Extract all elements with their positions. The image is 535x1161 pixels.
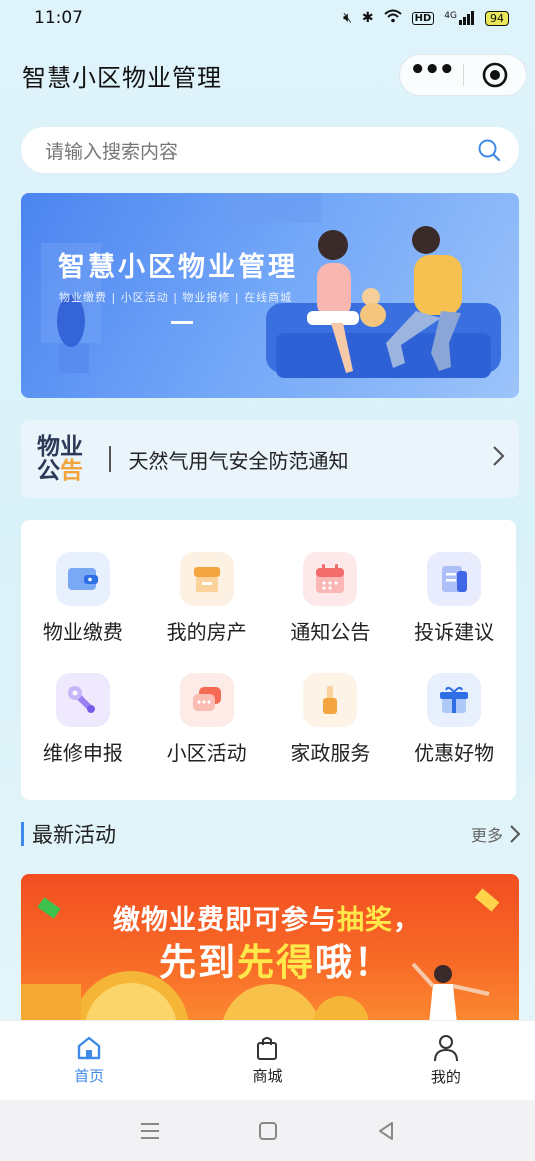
banner-title: 智慧小区物业管理 xyxy=(58,252,298,283)
house-icon xyxy=(179,552,234,606)
grid-label: 通知公告 xyxy=(290,620,371,644)
bottom-tab-bar: 首页 商城 我的 xyxy=(0,1020,535,1100)
shopping-bag-icon xyxy=(257,1037,278,1060)
system-navigation-bar xyxy=(0,1100,535,1161)
close-miniprogram-button[interactable] xyxy=(464,55,527,95)
target-icon xyxy=(482,62,508,88)
notice-logo-line2: 公告 xyxy=(37,459,91,483)
chevron-right-icon xyxy=(491,445,505,473)
calendar-icon xyxy=(303,552,358,606)
wrench-icon xyxy=(55,673,110,727)
page-title: 智慧小区物业管理 xyxy=(22,63,222,92)
home-square-icon[interactable] xyxy=(258,1121,278,1141)
more-link[interactable]: 更多 xyxy=(471,822,521,846)
menu-icon[interactable] xyxy=(139,1121,161,1141)
notice-logo-line1: 物业 xyxy=(37,433,83,460)
grid-label: 家政服务 xyxy=(290,741,371,765)
tab-home[interactable]: 首页 xyxy=(0,1021,178,1100)
mute-icon: 🔇︎ xyxy=(343,10,352,26)
more-dots-icon: ••• xyxy=(409,55,455,85)
latest-activities-header: 最新活动 更多 xyxy=(21,818,521,850)
grid-item-complaints[interactable]: 投诉建议 xyxy=(392,542,516,663)
status-bar: 11:07 🔇︎ ✱ HD 4G 94 xyxy=(0,0,535,36)
grid-item-deals[interactable]: 优惠好物 xyxy=(392,663,516,784)
status-time: 11:07 xyxy=(34,8,83,28)
search-input[interactable]: 请输入搜索内容 xyxy=(45,137,477,164)
more-button[interactable]: ••• xyxy=(400,55,463,95)
back-triangle-icon[interactable] xyxy=(376,1121,396,1141)
promo-headline-2: 先到先得哦！ xyxy=(159,932,393,986)
notice-text: 天然气用气安全防范通知 xyxy=(128,448,349,473)
status-icons: 🔇︎ ✱ HD 4G 94 xyxy=(343,9,509,27)
grid-label: 物业缴费 xyxy=(42,620,123,644)
tab-label: 商城 xyxy=(252,1067,283,1085)
promo-l1-c: ， xyxy=(393,905,421,936)
grid-label: 小区活动 xyxy=(166,741,247,765)
battery-icon: 94 xyxy=(485,10,509,26)
grid-item-housekeeping[interactable]: 家政服务 xyxy=(269,663,393,784)
notice-bar[interactable]: 物业 公告 天然气用气安全防范通知 xyxy=(21,420,519,498)
service-grid: 物业缴费 我的房产 通知公告 投诉建议 维修申报 小区活动 家政服务 优惠好物 xyxy=(21,520,516,800)
promo-l2-b: 先得 xyxy=(237,941,315,984)
tab-profile[interactable]: 我的 xyxy=(357,1021,535,1100)
section-accent-bar xyxy=(21,822,24,846)
grid-item-property-fee[interactable]: 物业缴费 xyxy=(21,542,145,663)
grid-item-notices[interactable]: 通知公告 xyxy=(269,542,393,663)
tab-label: 首页 xyxy=(74,1067,105,1085)
promo-l2-a: 先到 xyxy=(159,941,237,984)
section-title: 最新活动 xyxy=(21,819,116,849)
wifi-icon xyxy=(383,9,402,27)
search-bar[interactable]: 请输入搜索内容 xyxy=(21,127,519,173)
home-icon xyxy=(77,1036,101,1060)
bluetooth-icon: ✱ xyxy=(361,10,374,26)
tab-mall[interactable]: 商城 xyxy=(178,1021,356,1100)
user-icon xyxy=(433,1035,458,1062)
chevron-right-icon xyxy=(510,825,521,843)
broom-icon xyxy=(303,673,358,727)
notice-logo-char-a: 公 xyxy=(37,458,60,484)
gift-icon xyxy=(427,673,482,727)
grid-label: 我的房产 xyxy=(166,620,247,644)
promo-banner[interactable]: 缴物业费即可参与抽奖， 先到先得哦！ xyxy=(21,874,519,1024)
grid-label: 维修申报 xyxy=(42,741,123,765)
network-type: 4G xyxy=(444,11,457,21)
promo-l2-c: 哦！ xyxy=(315,941,393,984)
section-title-text: 最新活动 xyxy=(32,823,116,847)
grid-label: 优惠好物 xyxy=(414,741,495,765)
banner-indicator xyxy=(171,321,193,324)
wallet-icon xyxy=(55,552,110,606)
search-icon[interactable] xyxy=(477,138,501,162)
miniprogram-capsule: ••• xyxy=(399,54,527,96)
notice-divider xyxy=(109,446,111,472)
notice-logo: 物业 公告 xyxy=(37,435,91,483)
hero-banner[interactable]: 智慧小区物业管理 物业缴费 | 小区活动 | 物业报修 | 在线商城 xyxy=(21,193,519,398)
notice-logo-char-b: 告 xyxy=(60,458,83,484)
tab-label: 我的 xyxy=(430,1068,461,1086)
hd-badge: HD xyxy=(411,11,435,25)
grid-item-community-events[interactable]: 小区活动 xyxy=(145,663,269,784)
grid-item-my-property[interactable]: 我的房产 xyxy=(145,542,269,663)
chat-icon xyxy=(179,673,234,727)
grid-item-repair[interactable]: 维修申报 xyxy=(21,663,145,784)
banner-subtitle: 物业缴费 | 小区活动 | 物业报修 | 在线商城 xyxy=(59,291,293,304)
title-bar: 智慧小区物业管理 ••• xyxy=(0,44,535,106)
signal-icon: 4G xyxy=(444,11,475,25)
more-label: 更多 xyxy=(470,826,503,845)
grid-label: 投诉建议 xyxy=(414,620,495,644)
document-icon xyxy=(427,552,482,606)
